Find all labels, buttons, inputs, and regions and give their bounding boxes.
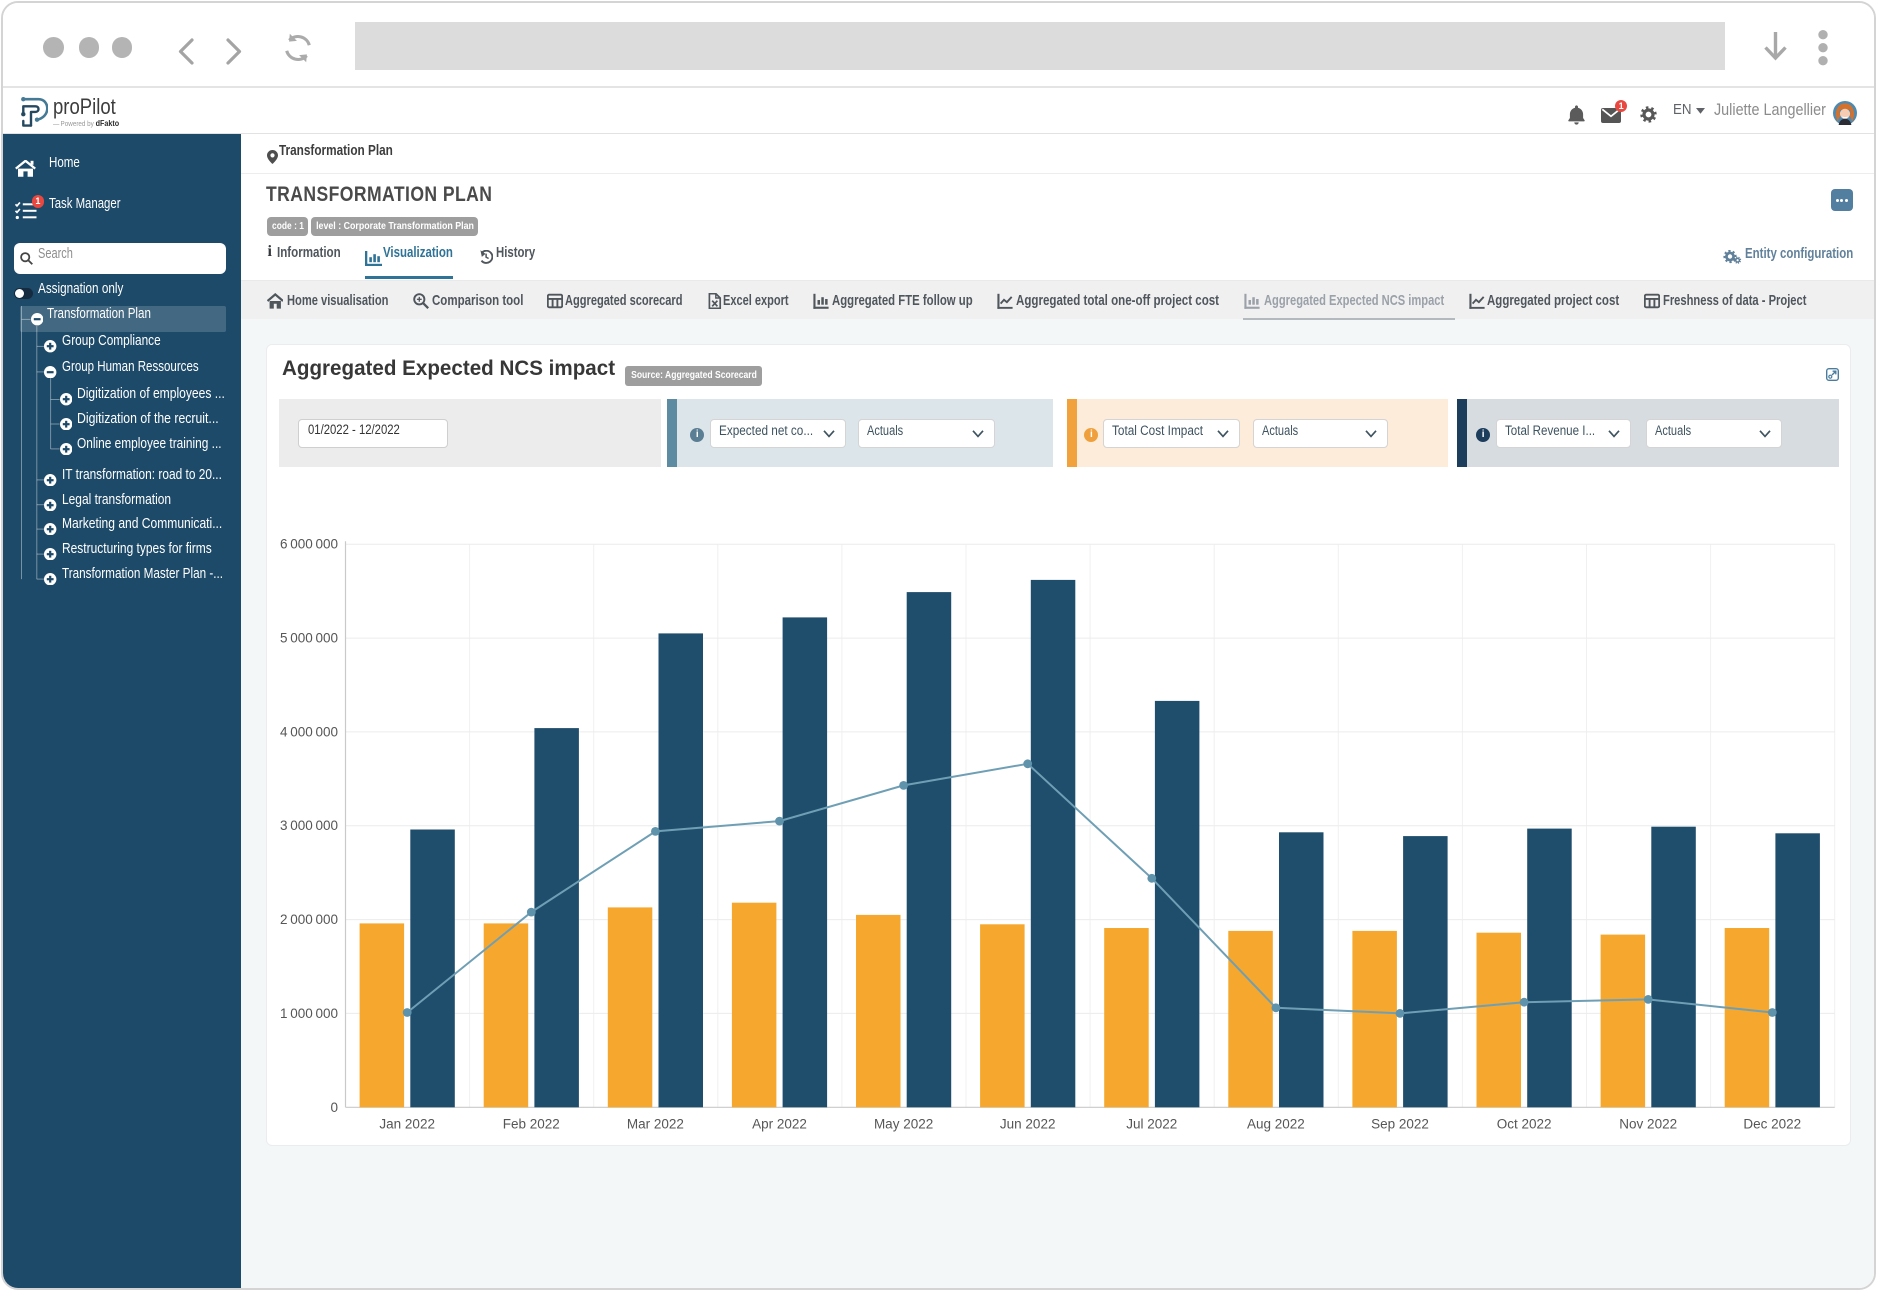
svg-text:May 2022: May 2022 <box>874 1116 933 1131</box>
svg-text:Nov 2022: Nov 2022 <box>1619 1116 1677 1131</box>
svg-text:6 000 000: 6 000 000 <box>280 537 338 552</box>
svg-text:Dec 2022: Dec 2022 <box>1743 1116 1801 1131</box>
svg-text:2 000 000: 2 000 000 <box>280 912 338 927</box>
svg-text:Sep 2022: Sep 2022 <box>1371 1116 1429 1131</box>
svg-text:Mar 2022: Mar 2022 <box>627 1116 684 1131</box>
svg-text:Apr 2022: Apr 2022 <box>752 1116 807 1131</box>
svg-text:0: 0 <box>330 1100 338 1115</box>
svg-text:Jul 2022: Jul 2022 <box>1126 1116 1177 1131</box>
svg-text:Feb 2022: Feb 2022 <box>503 1116 560 1131</box>
svg-text:Oct 2022: Oct 2022 <box>1497 1116 1552 1131</box>
svg-text:Jun 2022: Jun 2022 <box>1000 1116 1056 1131</box>
svg-text:5 000 000: 5 000 000 <box>280 631 338 646</box>
svg-text:Jan 2022: Jan 2022 <box>379 1116 435 1131</box>
svg-text:1 000 000: 1 000 000 <box>280 1006 338 1021</box>
svg-text:Aug 2022: Aug 2022 <box>1247 1116 1305 1131</box>
svg-text:3 000 000: 3 000 000 <box>280 818 338 833</box>
svg-text:4 000 000: 4 000 000 <box>280 724 338 739</box>
